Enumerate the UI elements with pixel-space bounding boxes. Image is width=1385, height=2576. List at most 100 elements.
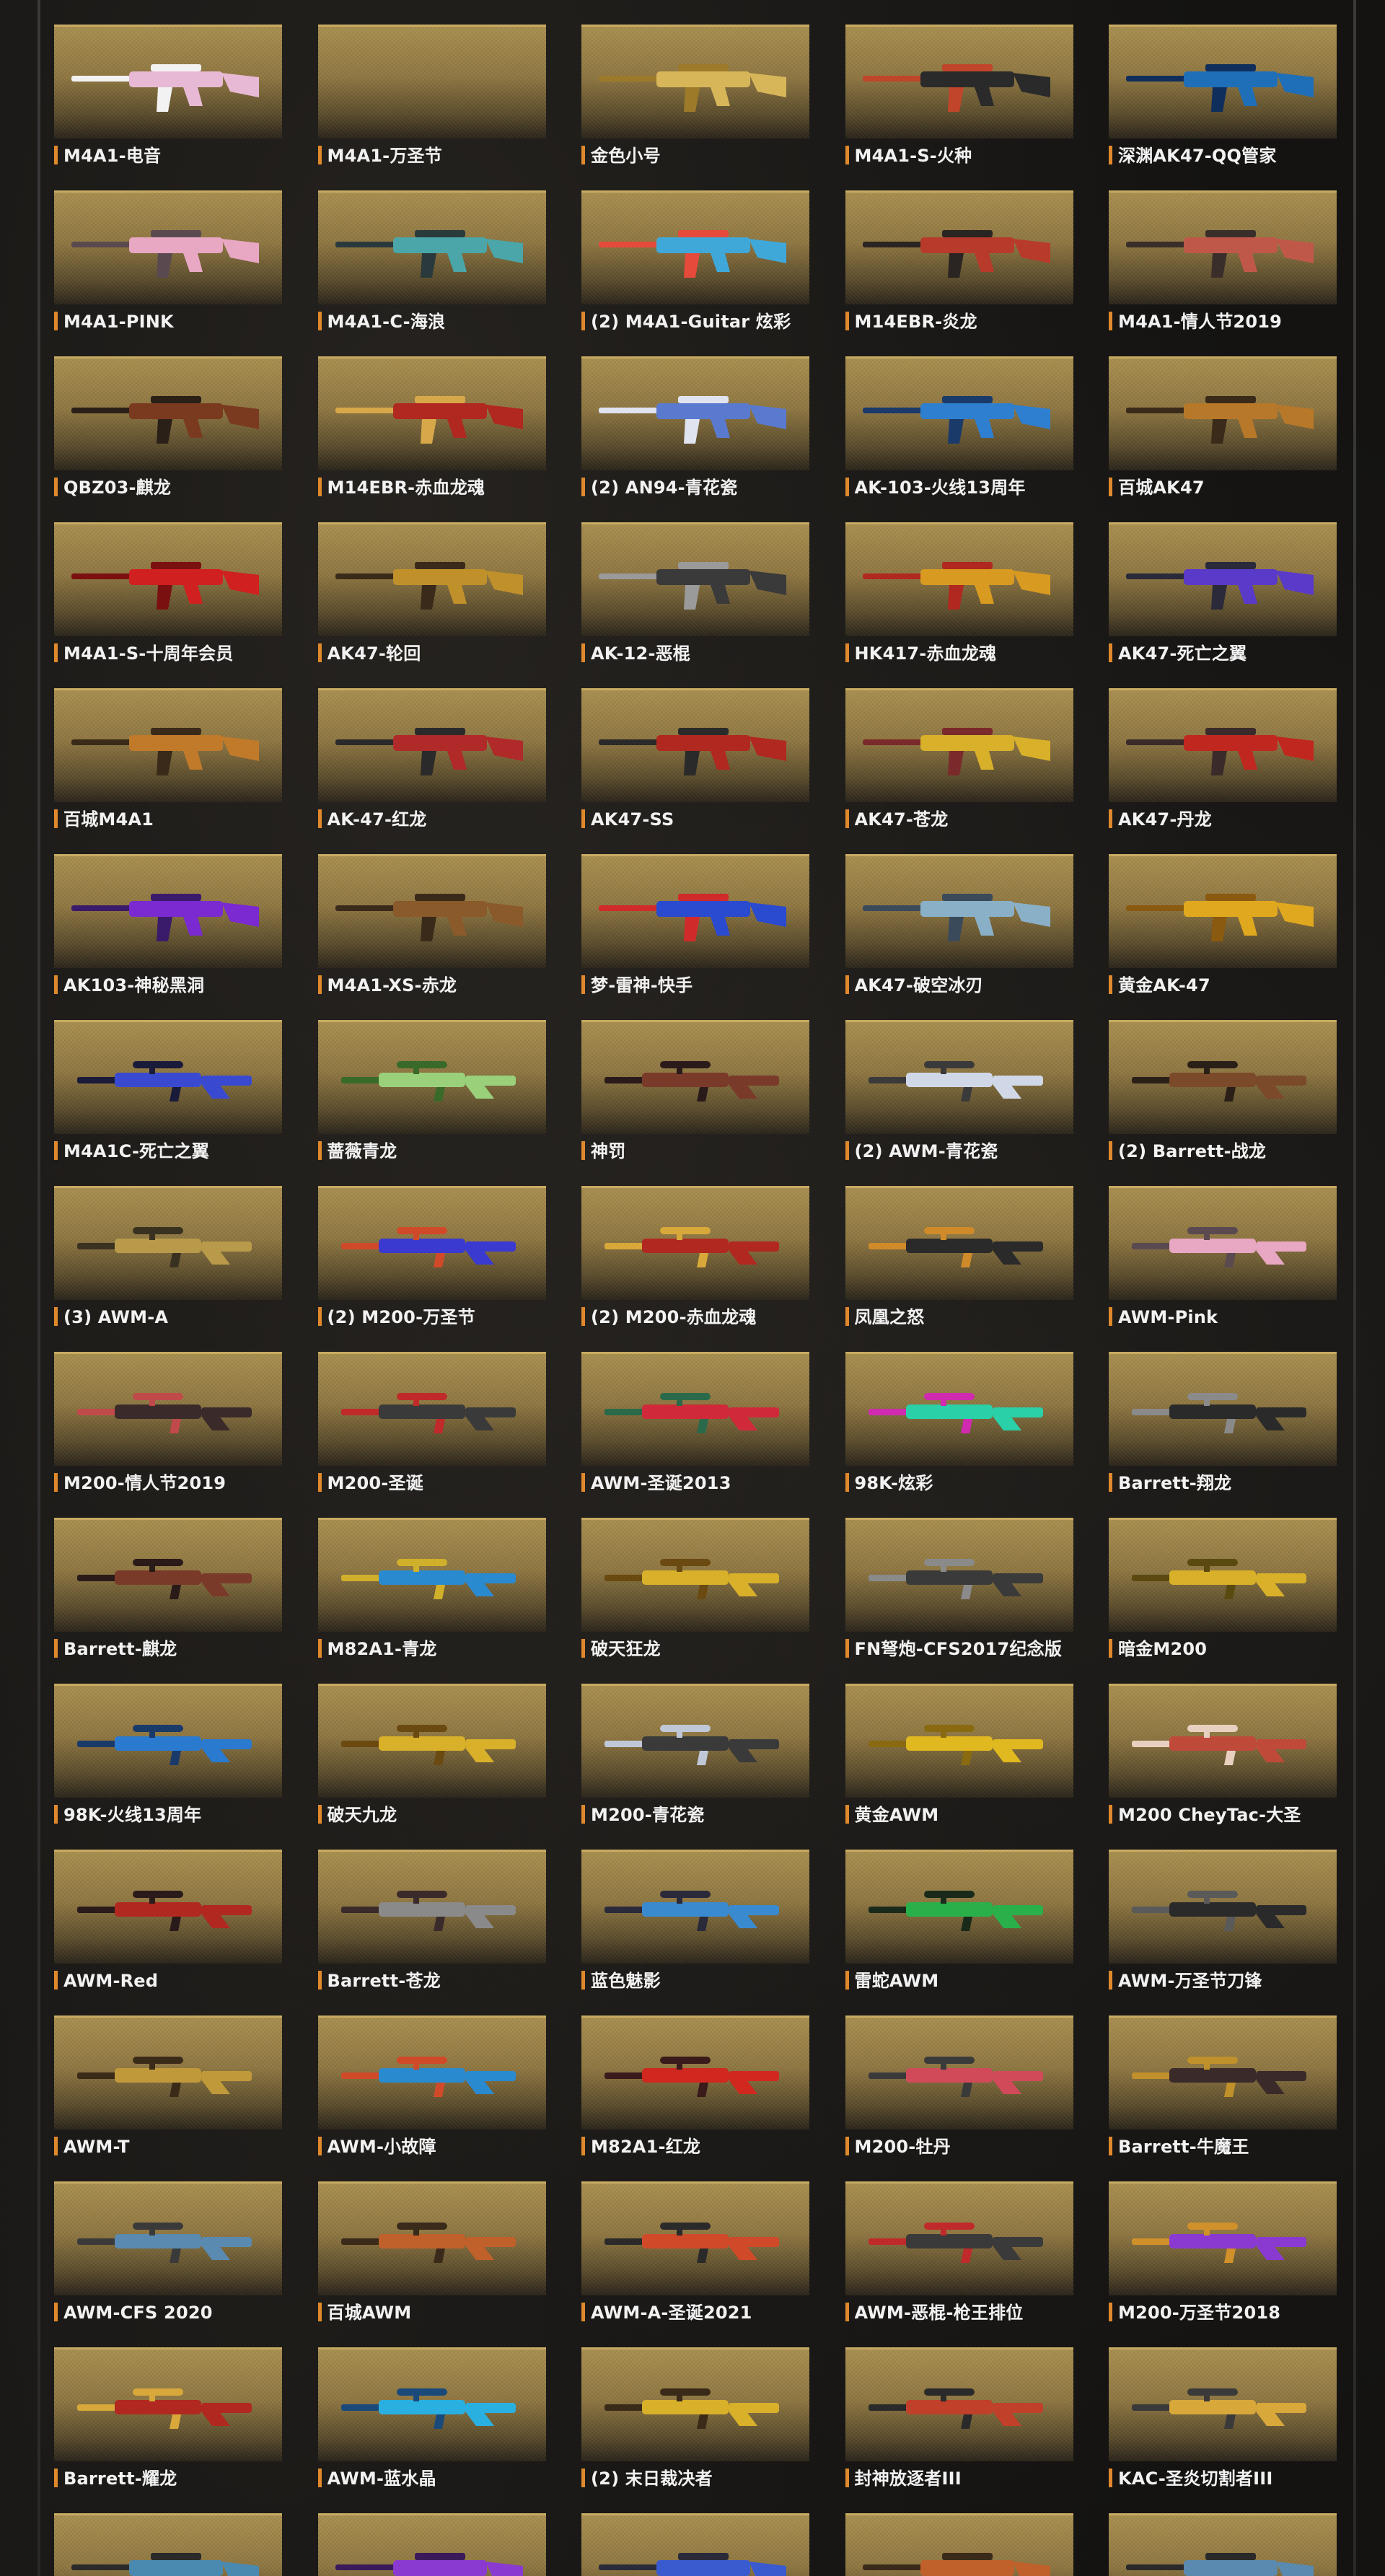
weapon-card[interactable] [845,1684,1073,1798]
weapon-item[interactable]: AWM-Pink [1109,1186,1337,1352]
weapon-card[interactable] [1109,1850,1337,1964]
weapon-item[interactable]: (2) Barrett-战龙 [1109,1020,1337,1186]
weapon-item[interactable]: M200-情人节2019 [54,1352,282,1518]
weapon-card[interactable] [317,2015,546,2129]
weapon-card[interactable] [54,2513,282,2576]
weapon-card[interactable] [1109,1186,1337,1300]
weapon-item[interactable]: (2) M4A1-Guitar 炫彩 [581,190,809,356]
weapon-item[interactable]: M82A1-红龙 [581,2015,809,2181]
weapon-item[interactable]: 黄金AK-47 [1109,854,1337,1020]
weapon-card[interactable] [581,688,809,802]
weapon-card[interactable] [54,1850,282,1964]
weapon-card[interactable] [54,1684,282,1798]
weapon-item[interactable]: (2) AN94-青花瓷 [581,356,809,522]
weapon-card[interactable] [317,190,546,304]
weapon-card[interactable] [845,1518,1073,1632]
weapon-item[interactable]: 深渊AK47-QQ管家 [1109,25,1337,190]
weapon-card[interactable] [1109,1020,1337,1134]
weapon-item[interactable]: AK47-轮回 [317,522,546,688]
weapon-card[interactable] [845,2181,1073,2295]
weapon-card[interactable] [317,25,546,139]
weapon-card[interactable] [581,356,809,470]
weapon-item[interactable]: M200-万圣节2018 [1109,2181,1337,2347]
weapon-card[interactable] [54,1020,282,1134]
weapon-card[interactable] [1109,2513,1337,2576]
weapon-item[interactable]: M4A1-情人节2019 [1109,190,1337,356]
weapon-item[interactable] [1109,2513,1337,2576]
weapon-item[interactable]: 百城M4A1 [54,688,282,854]
weapon-item[interactable]: 金色小号 [581,25,809,190]
weapon-card[interactable] [317,2513,546,2576]
weapon-card[interactable] [845,2347,1073,2461]
weapon-card[interactable] [317,1352,546,1466]
weapon-item[interactable]: AK47-死亡之翼 [1109,522,1337,688]
weapon-card[interactable] [1109,522,1337,636]
weapon-card[interactable] [54,2181,282,2295]
weapon-card[interactable] [54,688,282,802]
weapon-item[interactable]: M4A1-S-火种 [845,25,1073,190]
weapon-item[interactable] [317,2513,546,2576]
weapon-card[interactable] [845,2513,1073,2576]
weapon-item[interactable]: 98K-火线13周年 [54,1684,282,1850]
weapon-card[interactable] [1109,1684,1337,1798]
weapon-card[interactable] [54,522,282,636]
weapon-item[interactable]: AK-103-火线13周年 [845,356,1073,522]
weapon-item[interactable]: 蔷薇青龙 [317,1020,546,1186]
weapon-item[interactable]: KAC-圣炎切割者III [1109,2347,1337,2513]
weapon-card[interactable] [317,522,546,636]
weapon-card[interactable] [845,1352,1073,1466]
weapon-card[interactable] [317,1684,546,1798]
weapon-card[interactable] [845,2015,1073,2129]
weapon-card[interactable] [845,854,1073,968]
weapon-card[interactable] [317,1850,546,1964]
weapon-item[interactable]: Barrett-牛魔王 [1109,2015,1337,2181]
weapon-item[interactable]: AK-47-红龙 [317,688,546,854]
weapon-card[interactable] [317,2181,546,2295]
weapon-item[interactable]: AK47-SS [581,688,809,854]
weapon-card[interactable] [1109,1352,1337,1466]
weapon-card[interactable] [54,1518,282,1632]
weapon-card[interactable] [1109,854,1337,968]
weapon-card[interactable] [317,1186,546,1300]
weapon-card[interactable] [581,2347,809,2461]
weapon-item[interactable]: Barrett-翔龙 [1109,1352,1337,1518]
weapon-item[interactable]: HK417-赤血龙魂 [845,522,1073,688]
weapon-item[interactable]: 梦-雷神-快手 [581,854,809,1020]
weapon-item[interactable]: 暗金M200 [1109,1518,1337,1684]
weapon-item[interactable]: 封神放逐者III [845,2347,1073,2513]
weapon-item[interactable]: AK103-神秘黑洞 [54,854,282,1020]
weapon-item[interactable] [845,2513,1073,2576]
weapon-card[interactable] [1109,25,1337,139]
weapon-card[interactable] [581,854,809,968]
weapon-card[interactable] [1109,2181,1337,2295]
weapon-item[interactable]: M4A1-C-海浪 [317,190,546,356]
weapon-card[interactable] [54,2015,282,2129]
weapon-item[interactable] [54,2513,282,2576]
weapon-card[interactable] [845,356,1073,470]
weapon-card[interactable] [1109,2015,1337,2129]
weapon-item[interactable]: M14EBR-赤血龙魂 [317,356,546,522]
weapon-item[interactable]: (3) AWM-A [54,1186,282,1352]
weapon-card[interactable] [54,2347,282,2461]
weapon-card[interactable] [54,1186,282,1300]
weapon-item[interactable]: M14EBR-炎龙 [845,190,1073,356]
weapon-item[interactable]: AWM-小故障 [317,2015,546,2181]
weapon-item[interactable]: (2) 末日裁决者 [581,2347,809,2513]
weapon-item[interactable]: QBZ03-麒龙 [54,356,282,522]
weapon-item[interactable]: Barrett-麒龙 [54,1518,282,1684]
weapon-card[interactable] [1109,1518,1337,1632]
weapon-card[interactable] [581,2181,809,2295]
weapon-card[interactable] [845,1186,1073,1300]
weapon-card[interactable] [845,190,1073,304]
weapon-item[interactable]: Barrett-耀龙 [54,2347,282,2513]
weapon-card[interactable] [1109,190,1337,304]
weapon-item[interactable]: 蓝色魅影 [581,1850,809,2015]
weapon-card[interactable] [581,1020,809,1134]
weapon-item[interactable]: 破天狂龙 [581,1518,809,1684]
weapon-item[interactable]: Barrett-苍龙 [317,1850,546,2015]
weapon-card[interactable] [845,1850,1073,1964]
weapon-card[interactable] [845,25,1073,139]
weapon-card[interactable] [54,854,282,968]
weapon-card[interactable] [581,1684,809,1798]
weapon-item[interactable]: AWM-圣诞2013 [581,1352,809,1518]
